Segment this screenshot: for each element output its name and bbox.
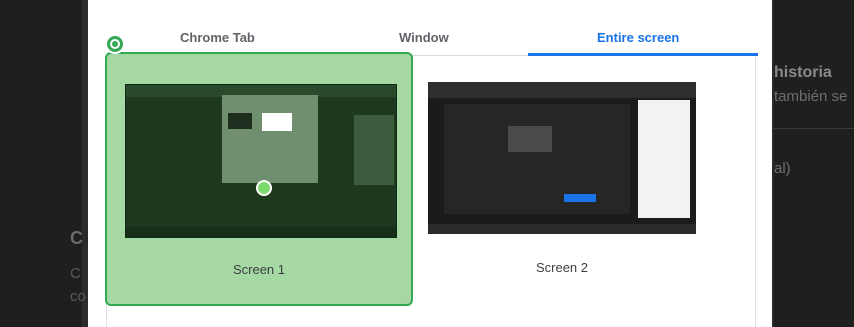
target-ring (110, 39, 120, 49)
source-tabs (106, 0, 754, 56)
cursor-icon (256, 180, 272, 196)
thumbnail-sidepanel (354, 115, 394, 185)
thumbnail-taskbar (126, 227, 396, 237)
background-subtitle: también se (774, 88, 848, 105)
background-page-left: C C co (0, 0, 86, 327)
screen-2-label: Screen 2 (535, 260, 589, 275)
screen-option-1[interactable]: Screen 1 (105, 52, 413, 306)
screen-option-2[interactable]: Screen 2 (420, 70, 704, 300)
background-text: C (70, 265, 81, 282)
background-text: co (70, 288, 86, 305)
thumbnail-sidepanel (638, 100, 690, 218)
tab-chrome-tab[interactable]: Chrome Tab (180, 30, 255, 45)
tab-window[interactable]: Window (399, 30, 449, 45)
background-heading: C (70, 228, 83, 248)
thumbnail-tabbar (428, 82, 696, 98)
background-title: historia (774, 64, 832, 81)
thumbnail-tile (262, 113, 292, 131)
thumbnail-button (564, 194, 596, 202)
thumbnail-taskbar (428, 224, 696, 234)
thumbnail-dialog (222, 95, 318, 183)
thumbnail-content (444, 104, 630, 214)
thumbnail-window (508, 126, 552, 152)
thumbnail-tile (228, 113, 252, 129)
screen-2-thumbnail (428, 82, 696, 234)
target-icon (105, 34, 125, 54)
background-divider (774, 128, 854, 129)
background-item: al) (774, 160, 791, 177)
tab-entire-screen[interactable]: Entire screen (597, 30, 679, 45)
screen-1-label: Screen 1 (232, 262, 286, 277)
screen-1-thumbnail (125, 84, 397, 238)
background-page-right: historia también se al) (774, 0, 854, 327)
